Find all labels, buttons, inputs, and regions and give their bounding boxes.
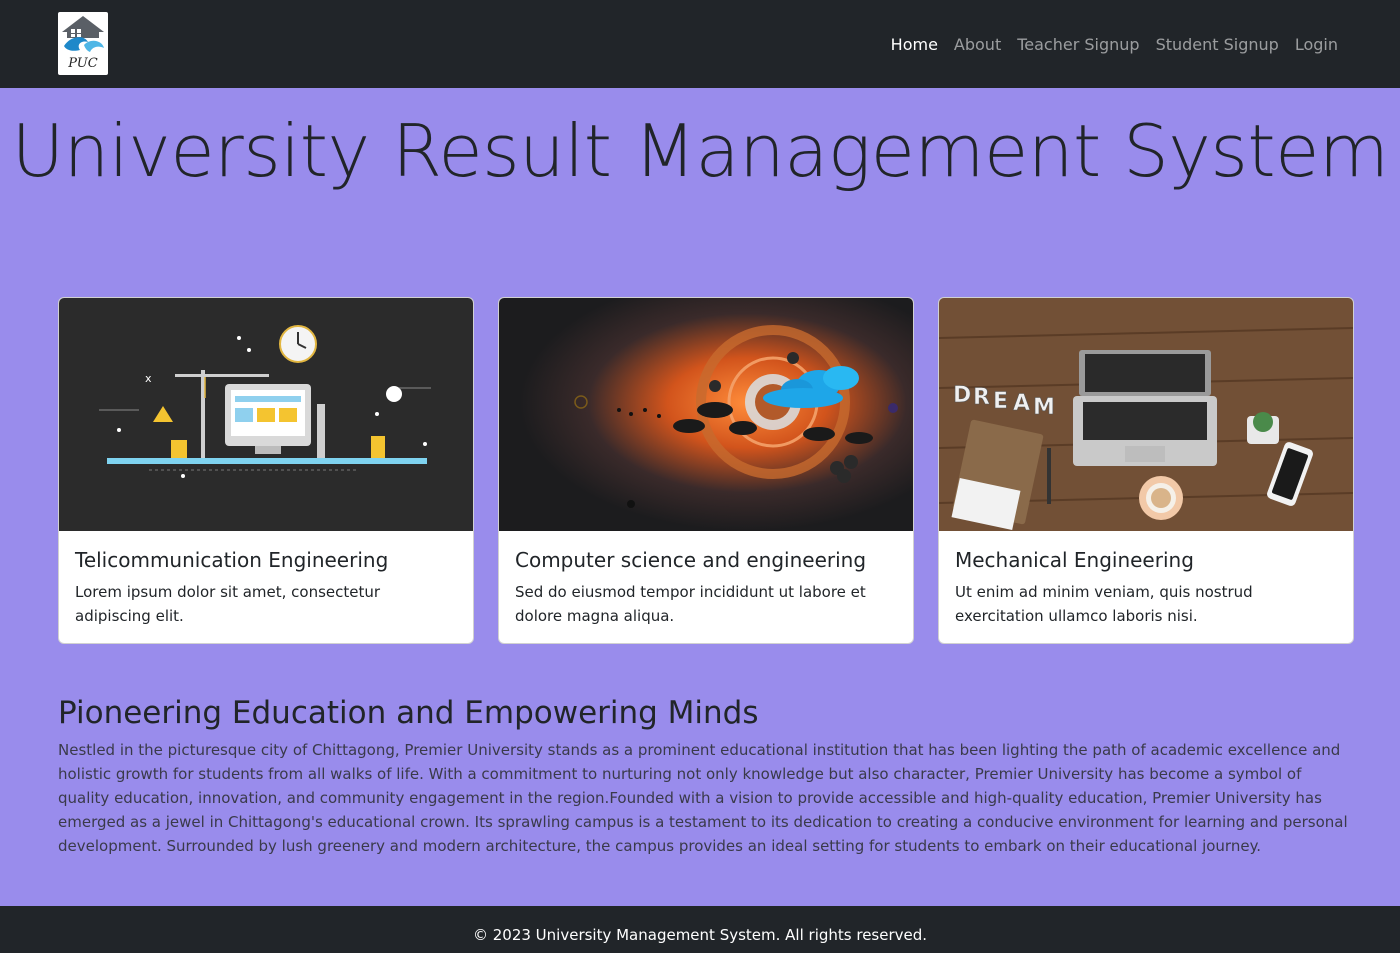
nav-home[interactable]: Home	[883, 33, 946, 57]
card-title: Computer science and engineering	[515, 548, 867, 572]
navbar: PUC Home About Teacher Signup Student Si…	[0, 0, 1400, 88]
svg-text:E: E	[993, 389, 1008, 414]
nav-login[interactable]: Login	[1287, 33, 1346, 57]
card-title: Telicommunication Engineering	[75, 548, 389, 572]
card-title: Mechanical Engineering	[955, 548, 1194, 572]
card-text: Ut enim ad minim veniam, quis nostrud ex…	[955, 583, 1253, 625]
svg-text:D: D	[953, 383, 971, 408]
section-text: Nestled in the picturesque city of Chitt…	[58, 741, 1348, 855]
card-image-telecom: x	[59, 298, 473, 531]
card-cse: Computer science and engineering Sed do …	[498, 297, 914, 644]
page-title: University Result Management System	[11, 109, 1389, 193]
puc-logo[interactable]: PUC	[58, 12, 108, 75]
card-mechanical: D R E A M Mechanical Engineering Ut enim…	[938, 297, 1354, 644]
svg-text:PUC: PUC	[67, 56, 97, 71]
card-image-cse	[499, 298, 913, 531]
section-title: Pioneering Education and Empowering Mind…	[58, 695, 759, 731]
nav-about[interactable]: About	[946, 33, 1009, 57]
svg-text:R: R	[973, 385, 990, 410]
card-text: Lorem ipsum dolor sit amet, consectetur …	[75, 583, 381, 625]
footer-copyright: © 2023 University Management System. All…	[472, 926, 928, 944]
card-text: Sed do eiusmod tempor incididunt ut labo…	[515, 583, 866, 625]
card-image-mechanical: D R E A M	[939, 298, 1353, 531]
nav-student-signup[interactable]: Student Signup	[1148, 33, 1287, 57]
nav-teacher-signup[interactable]: Teacher Signup	[1009, 33, 1147, 57]
svg-text:M: M	[1033, 395, 1055, 420]
svg-text:x: x	[145, 372, 152, 385]
svg-text:A: A	[1013, 391, 1030, 416]
nav-links: Home About Teacher Signup Student Signup…	[883, 33, 1346, 57]
footer: © 2023 University Management System. All…	[0, 906, 1400, 953]
card-telecom: x Telicommunication Engineering Lorem ip…	[58, 297, 474, 644]
